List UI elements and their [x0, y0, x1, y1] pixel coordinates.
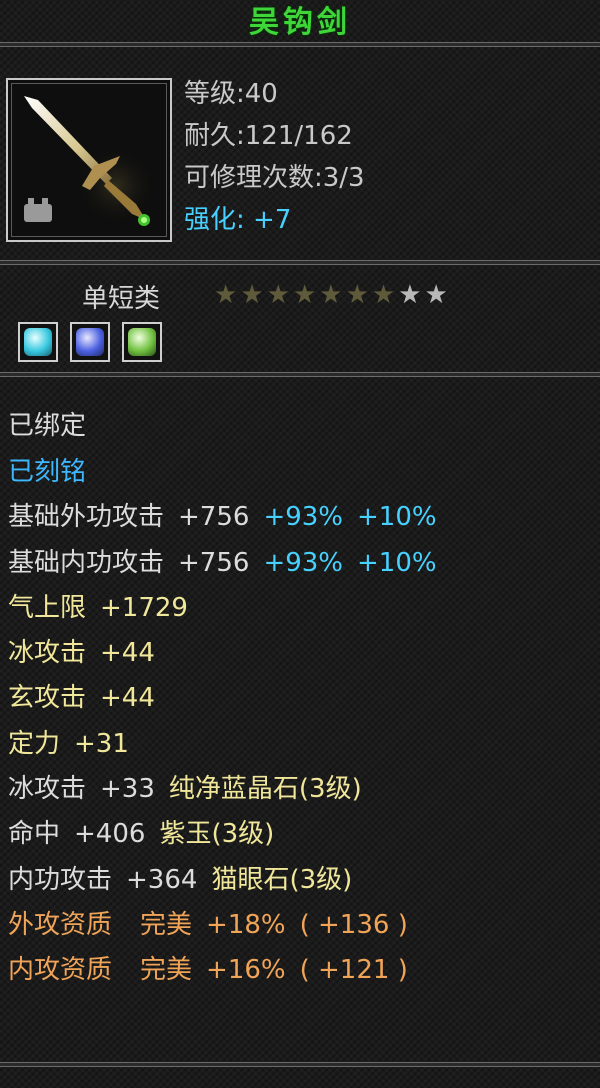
attr-label: 定力 [8, 729, 61, 759]
attr-value: +44 [100, 638, 155, 668]
enhance-label: 强化: [184, 205, 245, 235]
gem-name: 纯净蓝晶石 [168, 774, 299, 804]
enhance-value: +7 [253, 205, 292, 235]
int-attack-row: 基础内功攻击 +756 +93% +10% [8, 543, 437, 583]
gem-grade: (3级) [289, 865, 353, 895]
gem-int-row: 内功攻击 +364 猫眼石(3级) [8, 860, 352, 900]
gem-name: 紫玉 [159, 819, 212, 849]
star-icon: ★ [345, 280, 372, 310]
quality-label: 内攻资质 [8, 955, 113, 985]
item-icon-frame[interactable] [6, 78, 172, 242]
int-quality-row: 内攻资质 完美 +16% ( +121 ) [8, 950, 408, 990]
star-icon: ★ [266, 280, 293, 310]
gem-grade: (3级) [211, 819, 275, 849]
gem-ice-row: 冰攻击 +33 纯净蓝晶石(3级) [8, 769, 362, 809]
engraved-status: 已刻铭 [8, 457, 87, 487]
divider [0, 372, 600, 377]
star-icon: ★ [371, 280, 399, 310]
quality-pct: +16% [206, 955, 286, 985]
gem-hit-row: 命中 +406 紫玉(3级) [8, 814, 274, 854]
star-icon: ★ [398, 280, 425, 310]
divider [0, 260, 600, 265]
green-gem-icon [128, 328, 156, 356]
attr-value: +33 [100, 774, 155, 804]
enhance-stat: 强化: +7 [184, 202, 291, 238]
attr-value: +364 [126, 865, 198, 895]
quality-pct: +18% [206, 910, 286, 940]
gem-grade: (3级) [298, 774, 362, 804]
attr-label: 玄攻击 [8, 683, 87, 713]
blue-gem-icon [76, 328, 104, 356]
star-icon: ★ [240, 280, 267, 310]
attr-value: +44 [100, 683, 155, 713]
level-stat: 等级:40 [184, 79, 278, 109]
attr-label: 基础内功攻击 [8, 548, 165, 578]
repairs-stat: 可修理次数:3/3 [184, 163, 365, 193]
gem-slot-green[interactable] [122, 322, 162, 362]
gem-slot-blue[interactable] [70, 322, 110, 362]
attr-pct: +10% [357, 502, 437, 532]
ext-attack-row: 基础外功攻击 +756 +93% +10% [8, 497, 437, 537]
attr-value: +1729 [100, 593, 188, 623]
quality-label: 外攻资质 [8, 910, 113, 940]
attr-label: 气上限 [8, 593, 87, 623]
attr-pct: +10% [357, 548, 437, 578]
star-rating: ★★★★★★★★★ [214, 280, 451, 310]
qi-max-row: 气上限 +1729 [8, 588, 188, 628]
star-icon: ★ [214, 280, 241, 310]
gem-name: 猫眼石 [211, 865, 290, 895]
quality-bonus: ( +136 ) [299, 910, 408, 940]
divider [0, 42, 600, 47]
attr-label: 内功攻击 [8, 865, 113, 895]
xuan-attack-row: 玄攻击 +44 [8, 678, 155, 718]
durability-stat: 耐久:121/162 [184, 121, 353, 151]
star-icon: ★ [292, 280, 320, 310]
star-icon: ★ [319, 280, 346, 310]
gem-slot-cyan[interactable] [18, 322, 58, 362]
attr-pct: +93% [263, 548, 344, 578]
attr-label: 基础外功攻击 [8, 502, 165, 532]
star-icon: ★ [424, 280, 451, 310]
cyan-gem-icon [24, 328, 52, 356]
focus-row: 定力 +31 [8, 724, 129, 764]
attr-label: 冰攻击 [8, 638, 87, 668]
attr-pct: +93% [263, 502, 344, 532]
quality-bonus: ( +121 ) [299, 955, 408, 985]
attr-label: 命中 [8, 819, 61, 849]
attr-value: +756 [178, 502, 250, 532]
item-category: 单短类 [82, 284, 161, 314]
ice-attack-row: 冰攻击 +44 [8, 633, 155, 673]
bound-status: 已绑定 [8, 411, 87, 441]
ext-quality-row: 外攻资质 完美 +18% ( +136 ) [8, 905, 408, 945]
attr-value: +31 [74, 729, 129, 759]
divider [0, 1062, 600, 1067]
quality-grade: 完美 [140, 910, 193, 940]
attr-value: +406 [74, 819, 146, 849]
item-name: 吴钩剑 [249, 5, 351, 40]
sword-icon [24, 96, 156, 226]
attr-label: 冰攻击 [8, 774, 87, 804]
attr-value: +756 [178, 548, 250, 578]
quality-grade: 完美 [140, 955, 193, 985]
